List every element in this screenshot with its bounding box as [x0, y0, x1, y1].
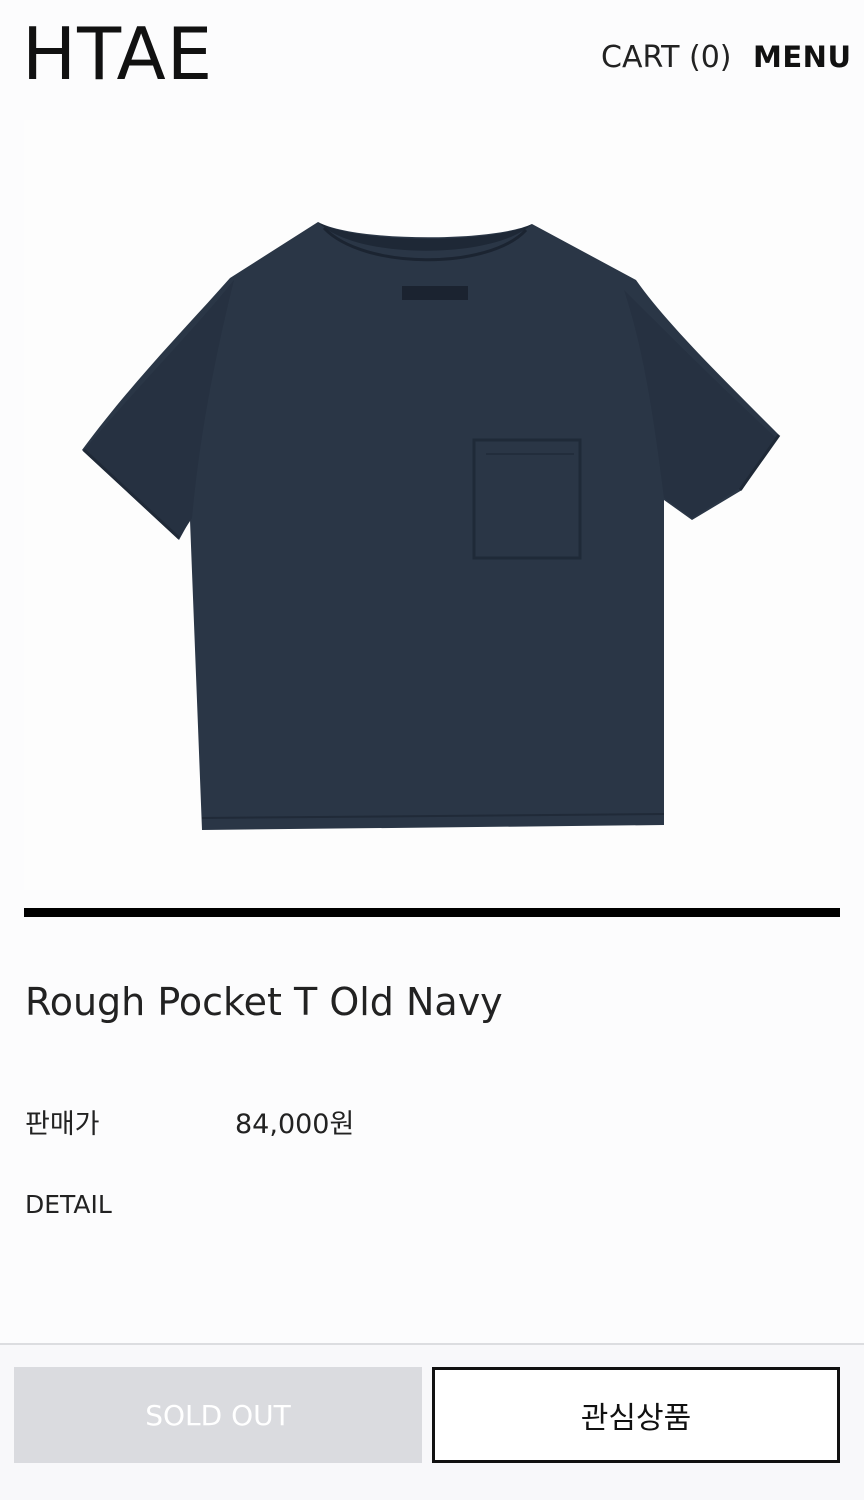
menu-button[interactable]: MENU — [753, 40, 852, 74]
wishlist-button[interactable]: 관심상품 — [432, 1367, 840, 1463]
divider — [24, 908, 840, 917]
price-value: 84,000원 — [235, 1109, 355, 1140]
price-label: 판매가 — [25, 1109, 100, 1140]
logo[interactable]: HTAE — [22, 18, 213, 90]
header: HTAE CART (0) MENU — [0, 0, 864, 110]
product-image — [24, 120, 840, 890]
cart-link[interactable]: CART (0) — [601, 40, 732, 75]
product-title: Rough Pocket T Old Navy — [25, 980, 503, 1024]
sold-out-button[interactable]: SOLD OUT — [14, 1367, 422, 1463]
detail-link[interactable]: DETAIL — [25, 1190, 112, 1219]
